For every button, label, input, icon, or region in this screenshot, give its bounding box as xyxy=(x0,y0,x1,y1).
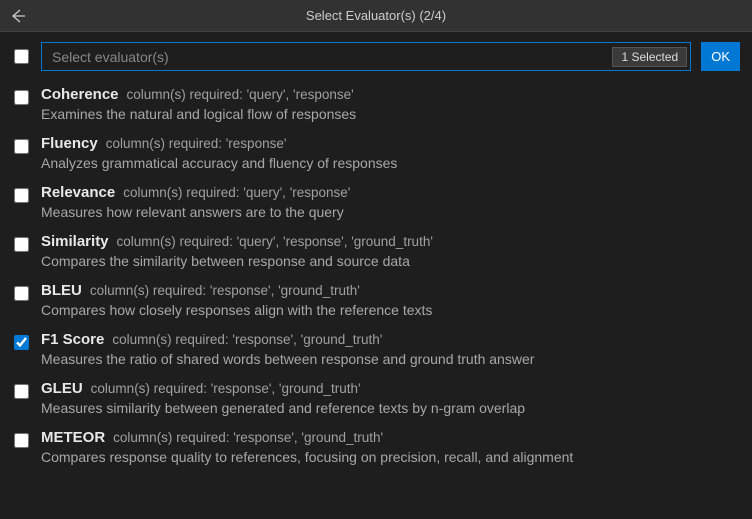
evaluator-checkbox[interactable] xyxy=(14,90,29,105)
select-all-checkbox[interactable] xyxy=(14,49,29,64)
evaluator-name: METEOR xyxy=(41,429,105,446)
evaluator-requirements: column(s) required: 'response', 'ground_… xyxy=(112,332,382,347)
evaluator-checkbox[interactable] xyxy=(14,188,29,203)
evaluator-item[interactable]: GLEU column(s) required: 'response', 'gro… xyxy=(14,375,740,424)
evaluator-name: F1 Score xyxy=(41,331,104,348)
evaluator-requirements: column(s) required: 'response', 'ground_… xyxy=(91,381,361,396)
evaluator-checkbox[interactable] xyxy=(14,139,29,154)
evaluator-description: Compares the similarity between response… xyxy=(41,253,740,269)
evaluator-body: METEOR column(s) required: 'response', 'g… xyxy=(41,429,740,465)
evaluator-description: Measures how relevant answers are to the… xyxy=(41,204,740,220)
evaluator-title-row: Coherence column(s) required: 'query', 'r… xyxy=(41,86,740,103)
dialog-header: Select Evaluator(s) (2/4) xyxy=(0,0,752,32)
evaluator-description: Analyzes grammatical accuracy and fluenc… xyxy=(41,155,740,171)
evaluator-requirements: column(s) required: 'query', 'response',… xyxy=(117,234,433,249)
evaluator-name: Fluency xyxy=(41,135,98,152)
evaluator-body: F1 Score column(s) required: 'response', … xyxy=(41,331,740,367)
evaluator-body: Coherence column(s) required: 'query', 'r… xyxy=(41,86,740,122)
evaluator-item[interactable]: BLEU column(s) required: 'response', 'gro… xyxy=(14,277,740,326)
dialog-title: Select Evaluator(s) (2/4) xyxy=(0,8,752,23)
evaluator-title-row: Relevance column(s) required: 'query', 'r… xyxy=(41,184,740,201)
evaluator-requirements: column(s) required: 'response', 'ground_… xyxy=(113,430,383,445)
evaluator-item[interactable]: Coherence column(s) required: 'query', 'r… xyxy=(14,81,740,130)
selected-count-badge: 1 Selected xyxy=(612,47,687,67)
arrow-left-icon xyxy=(10,8,26,24)
evaluator-description: Measures the ratio of shared words betwe… xyxy=(41,351,740,367)
evaluator-requirements: column(s) required: 'query', 'response' xyxy=(123,185,350,200)
evaluator-requirements: column(s) required: 'response' xyxy=(106,136,287,151)
evaluator-body: BLEU column(s) required: 'response', 'gro… xyxy=(41,282,740,318)
evaluator-item[interactable]: F1 Score column(s) required: 'response', … xyxy=(14,326,740,375)
evaluator-title-row: F1 Score column(s) required: 'response', … xyxy=(41,331,740,348)
evaluator-title-row: Fluency column(s) required: 'response' xyxy=(41,135,740,152)
evaluator-body: Fluency column(s) required: 'response' Ana… xyxy=(41,135,740,171)
evaluator-checkbox[interactable] xyxy=(14,433,29,448)
evaluator-checkbox[interactable] xyxy=(14,237,29,252)
evaluator-name: Coherence xyxy=(41,86,119,103)
evaluator-name: BLEU xyxy=(41,282,82,299)
ok-button[interactable]: OK xyxy=(701,42,740,71)
search-input[interactable] xyxy=(42,43,612,70)
evaluator-body: Relevance column(s) required: 'query', 'r… xyxy=(41,184,740,220)
search-row: 1 Selected OK xyxy=(0,32,752,81)
evaluator-body: GLEU column(s) required: 'response', 'gro… xyxy=(41,380,740,416)
evaluator-name: GLEU xyxy=(41,380,83,397)
evaluator-title-row: METEOR column(s) required: 'response', 'g… xyxy=(41,429,740,446)
evaluator-description: Examines the natural and logical flow of… xyxy=(41,106,740,122)
evaluator-title-row: BLEU column(s) required: 'response', 'gro… xyxy=(41,282,740,299)
evaluator-item[interactable]: Fluency column(s) required: 'response' Ana… xyxy=(14,130,740,179)
evaluator-checkbox[interactable] xyxy=(14,286,29,301)
search-box[interactable]: 1 Selected xyxy=(41,42,691,71)
evaluator-title-row: Similarity column(s) required: 'query', '… xyxy=(41,233,740,250)
evaluator-item[interactable]: Relevance column(s) required: 'query', 'r… xyxy=(14,179,740,228)
evaluator-body: Similarity column(s) required: 'query', '… xyxy=(41,233,740,269)
evaluator-description: Compares how closely responses align wit… xyxy=(41,302,740,318)
evaluator-item[interactable]: Similarity column(s) required: 'query', '… xyxy=(14,228,740,277)
evaluator-list: Coherence column(s) required: 'query', 'r… xyxy=(0,81,752,518)
evaluator-name: Relevance xyxy=(41,184,115,201)
evaluator-description: Measures similarity between generated an… xyxy=(41,400,740,416)
evaluator-checkbox[interactable] xyxy=(14,335,29,350)
evaluator-requirements: column(s) required: 'response', 'ground_… xyxy=(90,283,360,298)
evaluator-title-row: GLEU column(s) required: 'response', 'gro… xyxy=(41,380,740,397)
evaluator-description: Compares response quality to references,… xyxy=(41,449,740,465)
evaluator-item[interactable]: METEOR column(s) required: 'response', 'g… xyxy=(14,424,740,473)
back-button[interactable] xyxy=(0,0,36,32)
evaluator-name: Similarity xyxy=(41,233,109,250)
evaluator-checkbox[interactable] xyxy=(14,384,29,399)
evaluator-requirements: column(s) required: 'query', 'response' xyxy=(127,87,354,102)
